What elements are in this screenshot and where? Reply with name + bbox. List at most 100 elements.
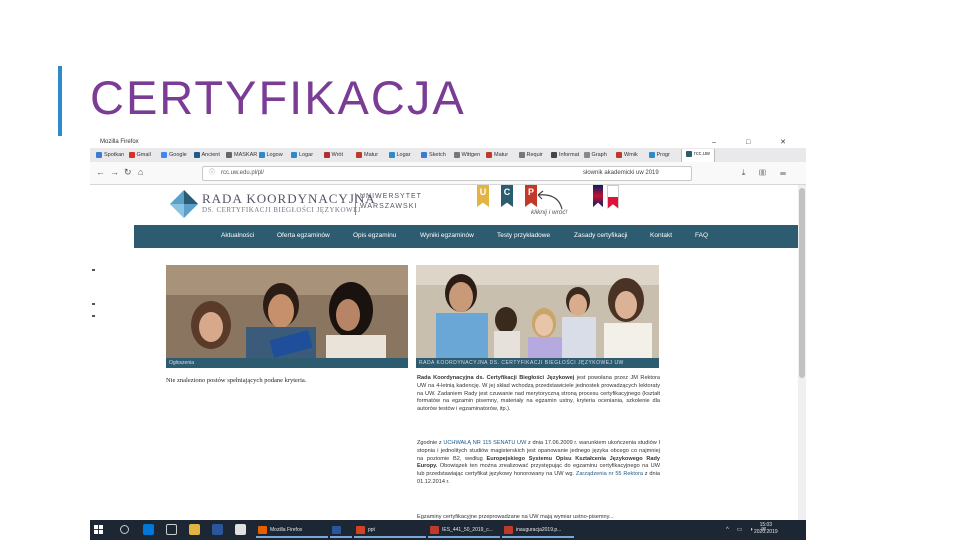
search-icon[interactable] xyxy=(120,525,129,534)
no-results-message: Nie znaleziono postów spełniających poda… xyxy=(166,377,307,384)
zarzadzenie-link[interactable]: Zarządzenia nr 55 Rektora xyxy=(576,471,643,477)
intro-paragraph: Rada Koordynacyjna ds. Certyfikacji Bieg… xyxy=(417,375,660,414)
task-view-icon[interactable] xyxy=(166,524,177,535)
tab-label: Spotkan xyxy=(104,152,125,158)
nav-zasady[interactable]: Zasady certyfikacji xyxy=(574,232,627,239)
logo-title: RADA KOORDYNACYJNA xyxy=(202,191,376,206)
taskbar-app-label: inauguracja2019.p... xyxy=(516,527,562,533)
taskbar-app-ppt[interactable]: ppt xyxy=(354,522,426,538)
url-text: rcc.uw.edu.pl/pl/ xyxy=(221,170,265,176)
tab-favicon-icon xyxy=(161,151,167,158)
page-scrollbar[interactable] xyxy=(798,185,806,520)
tab-favicon-icon xyxy=(96,151,102,158)
browser-tab[interactable]: Google xyxy=(161,150,187,160)
browser-tab[interactable]: Wrót xyxy=(323,150,344,160)
taskbar-app-firefox[interactable]: Mozilla Firefox xyxy=(256,522,328,538)
browser-tab[interactable]: Gmail xyxy=(128,150,151,160)
edge-icon[interactable] xyxy=(143,524,154,535)
intro-bold: Rada Koordynacyjna ds. Certyfikacji Bieg… xyxy=(417,375,575,381)
bullet-mark xyxy=(92,303,95,305)
forward-arrow-icon[interactable]: → xyxy=(110,167,119,177)
english-flag-icon[interactable] xyxy=(593,185,603,207)
browser-tab[interactable]: Ancient xyxy=(193,150,220,160)
tab-favicon-icon xyxy=(583,151,590,158)
taskbar-app-label: IES_441_50_2019_c... xyxy=(442,527,493,533)
tab-favicon-icon xyxy=(388,151,395,158)
browser-tab[interactable]: Matur xyxy=(356,150,378,160)
word-icon[interactable] xyxy=(212,524,223,535)
tab-label: Informat xyxy=(559,152,580,158)
tab-label: Logar xyxy=(396,152,411,158)
tab-favicon-icon xyxy=(128,151,135,158)
para2-text-a: Zgodnie z xyxy=(417,440,444,446)
store-icon[interactable] xyxy=(235,524,246,535)
bullet-mark xyxy=(92,315,95,317)
clock-date: 2020.2019 xyxy=(754,529,778,535)
nav-aktualnosci[interactable]: Aktualności xyxy=(221,232,254,239)
home-icon[interactable]: ⌂ xyxy=(138,167,143,177)
taskbar-app-label: ppt xyxy=(368,527,375,533)
reload-icon[interactable]: ↻ xyxy=(124,167,132,178)
tab-label: Logow xyxy=(266,152,283,158)
rada-logo-icon xyxy=(170,190,198,218)
uw-name-line2: WARSZAWSKI xyxy=(360,203,418,210)
address-bar[interactable]: ⓘ rcc.uw.edu.pl/pl/ słownik akademicki uw… xyxy=(202,166,692,181)
browser-tab[interactable]: Logar xyxy=(388,150,411,160)
taskbar-app-pdf2[interactable]: inauguracja2019.p... xyxy=(502,522,574,538)
tab-favicon-icon xyxy=(258,151,265,158)
bullet-mark xyxy=(92,269,95,271)
title-accent-bar xyxy=(58,66,62,136)
browser-tab[interactable]: Logar xyxy=(291,150,313,160)
browser-tab[interactable]: Requir xyxy=(518,150,543,160)
tab-label: MASKAR xyxy=(234,152,258,158)
windows-start-icon[interactable] xyxy=(94,525,103,534)
tab-favicon-icon xyxy=(551,151,557,158)
browser-tab[interactable]: Wittgen xyxy=(453,150,480,160)
tab-label: Matur xyxy=(364,152,379,158)
navigation-toolbar: ← → ↻ ⌂ ⓘ rcc.uw.edu.pl/pl/ słownik akade… xyxy=(90,162,806,185)
search-suggestion[interactable]: słownik akademicki uw 2019 xyxy=(583,167,659,180)
browser-tab[interactable]: Wmik xyxy=(616,150,638,160)
uchwala-link[interactable]: UCHWAŁĄ NR 115 SENATU UW xyxy=(443,440,526,446)
nav-opis[interactable]: Opis egzaminu xyxy=(353,232,396,239)
browser-tab[interactable]: Sketch xyxy=(421,150,446,160)
polish-flag-icon[interactable] xyxy=(607,185,619,209)
window-controls[interactable]: – □ ✕ xyxy=(712,138,800,146)
scroll-thumb[interactable] xyxy=(799,188,805,378)
ucp-bookmark-c[interactable]: C xyxy=(501,185,513,207)
windows-taskbar: Mozilla Firefox ppt IES_441_50_2019_c...… xyxy=(90,520,806,540)
tab-label: Wrót xyxy=(331,152,344,158)
back-arrow-icon[interactable]: ← xyxy=(96,167,105,177)
tab-label: Gmail xyxy=(136,152,151,158)
firefox-icon xyxy=(258,526,267,534)
file-explorer-icon[interactable] xyxy=(189,524,200,535)
nav-oferta[interactable]: Oferta egzaminów xyxy=(277,232,330,239)
photo-caption-right: RADA KOORDYNACYJNA DS. CERTYFIKACJI BIEG… xyxy=(416,358,659,368)
tab-favicon-icon xyxy=(226,151,232,158)
nav-kontakt[interactable]: Kontakt xyxy=(650,232,672,239)
browser-tab[interactable]: Graph xyxy=(583,150,607,160)
taskbar-app-pdf1[interactable]: IES_441_50_2019_c... xyxy=(428,522,500,538)
nav-wyniki[interactable]: Wyniki egzaminów xyxy=(420,232,474,239)
pdf-icon xyxy=(430,526,439,534)
nav-testy[interactable]: Testy przykładowe xyxy=(497,232,550,239)
nav-faq[interactable]: FAQ xyxy=(695,232,708,239)
tab-favicon-icon xyxy=(453,151,460,158)
browser-tab[interactable]: Matur xyxy=(486,150,508,160)
tab-favicon-icon xyxy=(291,151,297,158)
browser-tab[interactable]: Progr xyxy=(648,150,670,160)
logo-subtitle: DS. CERTYFIKACJI BIEGŁOŚCI JĘZYKOWEJ xyxy=(202,206,362,214)
ucp-bookmark-u[interactable]: U xyxy=(477,185,489,207)
toolbar-icons[interactable]: ⤓ ▥ ☰ xyxy=(742,168,792,178)
tab-label: Progr xyxy=(656,152,670,158)
browser-tab[interactable]: Informat xyxy=(551,150,579,160)
browser-tab[interactable]: rcc.uw xyxy=(681,149,715,162)
browser-tab[interactable]: MASKAR xyxy=(226,150,257,160)
window-titlebar: Mozilla Firefox – □ ✕ xyxy=(90,138,806,148)
tab-label: Wmik xyxy=(624,152,638,158)
tab-label: rcc.uw xyxy=(694,151,710,157)
taskbar-clock[interactable]: 15:03 2020.2019 xyxy=(754,522,778,536)
browser-tab[interactable]: Logow xyxy=(258,150,283,160)
browser-tab[interactable]: Spotkan xyxy=(96,150,124,160)
taskbar-app-word[interactable] xyxy=(330,522,352,538)
